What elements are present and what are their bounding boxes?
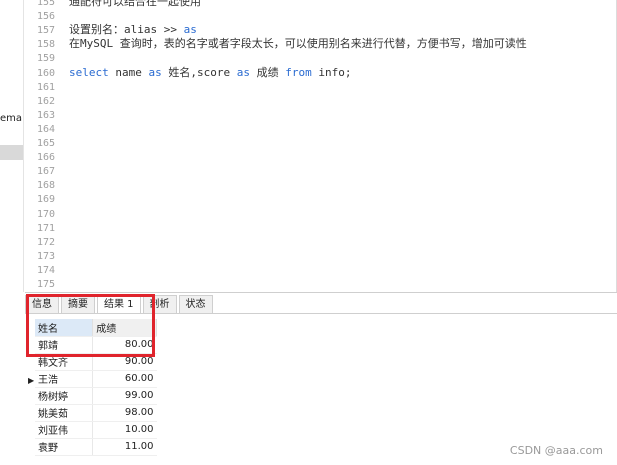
line-number: 173 bbox=[36, 250, 55, 262]
line-code: select name as 姓名,score as 成绩 from info; bbox=[69, 65, 352, 79]
sidebar-selected-item[interactable] bbox=[0, 145, 23, 160]
table-row[interactable]: 姚美茹 98.00 bbox=[35, 404, 157, 422]
editor-line[interactable]: 157 设置别名：alias >> as bbox=[25, 23, 585, 36]
editor-line[interactable]: 172 bbox=[25, 235, 585, 248]
table-row[interactable]: 刘亚伟 10.00 bbox=[35, 421, 157, 439]
cell-score[interactable]: 98.00 bbox=[92, 404, 157, 422]
line-number: 169 bbox=[36, 194, 55, 206]
editor-line[interactable]: 171 bbox=[25, 221, 585, 234]
editor-line[interactable]: 166 bbox=[25, 150, 585, 163]
cell-name[interactable]: 王浩 bbox=[35, 370, 94, 388]
line-number: 164 bbox=[36, 123, 55, 135]
cell-score[interactable]: 99.00 bbox=[92, 387, 157, 405]
sidebar-schema-label[interactable]: ema bbox=[0, 113, 22, 124]
editor-line[interactable]: 175 bbox=[25, 277, 585, 290]
editor-line[interactable]: 161 bbox=[25, 80, 585, 93]
editor-line[interactable]: 163 bbox=[25, 108, 585, 121]
editor-line[interactable]: 169 bbox=[25, 192, 585, 205]
cell-name[interactable]: 姚美茹 bbox=[35, 404, 94, 422]
object-sidebar: ema bbox=[0, 0, 24, 292]
editor-line[interactable]: 174 bbox=[25, 263, 585, 276]
line-number: 170 bbox=[36, 208, 55, 220]
line-number: 175 bbox=[36, 279, 55, 290]
cell-name[interactable]: 袁野 bbox=[35, 438, 94, 456]
editor-line[interactable]: 164 bbox=[25, 122, 585, 135]
line-code: 在MySQL 查询时，表的名字或者字段太长，可以使用别名来进行代替，方便书写，增… bbox=[69, 37, 527, 51]
cell-score[interactable]: 11.00 bbox=[92, 438, 157, 456]
line-number: 160 bbox=[36, 67, 55, 79]
line-number: 162 bbox=[36, 95, 55, 107]
editor-line[interactable]: 162 bbox=[25, 94, 585, 107]
cell-name[interactable]: 杨树婷 bbox=[35, 387, 94, 405]
editor-line[interactable]: 167 bbox=[25, 164, 585, 177]
line-number: 171 bbox=[36, 222, 55, 234]
table-row[interactable]: 袁野 11.00 bbox=[35, 438, 157, 456]
line-number: 159 bbox=[36, 53, 55, 65]
editor-line[interactable]: 165 bbox=[25, 136, 585, 149]
sql-editor[interactable]: 155 通配符可以结合在一起使用 156 157 设置别名：alias >> as 158… bbox=[25, 0, 617, 292]
line-number: 163 bbox=[36, 109, 55, 121]
cell-score[interactable]: 60.00 bbox=[92, 370, 157, 388]
current-row-marker-icon: ▶ bbox=[28, 376, 35, 385]
line-number: 161 bbox=[36, 81, 55, 93]
line-number: 156 bbox=[36, 11, 55, 23]
annotation-highlight-box bbox=[26, 294, 155, 357]
table-row[interactable]: 杨树婷 99.00 bbox=[35, 387, 157, 405]
editor-line[interactable]: 170 bbox=[25, 207, 585, 220]
editor-line[interactable]: 160 select name as 姓名,score as 成绩 from in… bbox=[25, 66, 585, 79]
line-number: 167 bbox=[36, 166, 55, 178]
line-code: 设置别名：alias >> as bbox=[69, 23, 197, 37]
table-row[interactable]: 王浩 60.00 bbox=[35, 370, 157, 388]
line-number: 155 bbox=[36, 0, 55, 8]
line-number: 168 bbox=[36, 180, 55, 192]
line-number: 174 bbox=[36, 264, 55, 276]
editor-line[interactable]: 168 bbox=[25, 178, 585, 191]
editor-line[interactable]: 159 bbox=[25, 51, 585, 64]
cell-name[interactable]: 刘亚伟 bbox=[35, 421, 94, 439]
tab-status[interactable]: 状态 bbox=[178, 295, 213, 313]
editor-line[interactable]: 155 通配符可以结合在一起使用 bbox=[25, 0, 585, 8]
editor-line[interactable]: 156 bbox=[25, 9, 585, 22]
watermark: CSDN @aaa.com bbox=[509, 444, 603, 457]
line-number: 165 bbox=[36, 138, 55, 149]
line-number: 172 bbox=[36, 236, 55, 248]
line-code: 通配符可以结合在一起使用 bbox=[69, 0, 201, 8]
cell-score[interactable]: 10.00 bbox=[92, 421, 157, 439]
editor-line[interactable]: 173 bbox=[25, 249, 585, 262]
line-number: 166 bbox=[36, 152, 55, 164]
line-number: 157 bbox=[36, 25, 55, 37]
line-number: 158 bbox=[36, 39, 55, 51]
editor-line[interactable]: 158 在MySQL 查询时，表的名字或者字段太长，可以使用别名来进行代替，方便书… bbox=[25, 37, 585, 50]
